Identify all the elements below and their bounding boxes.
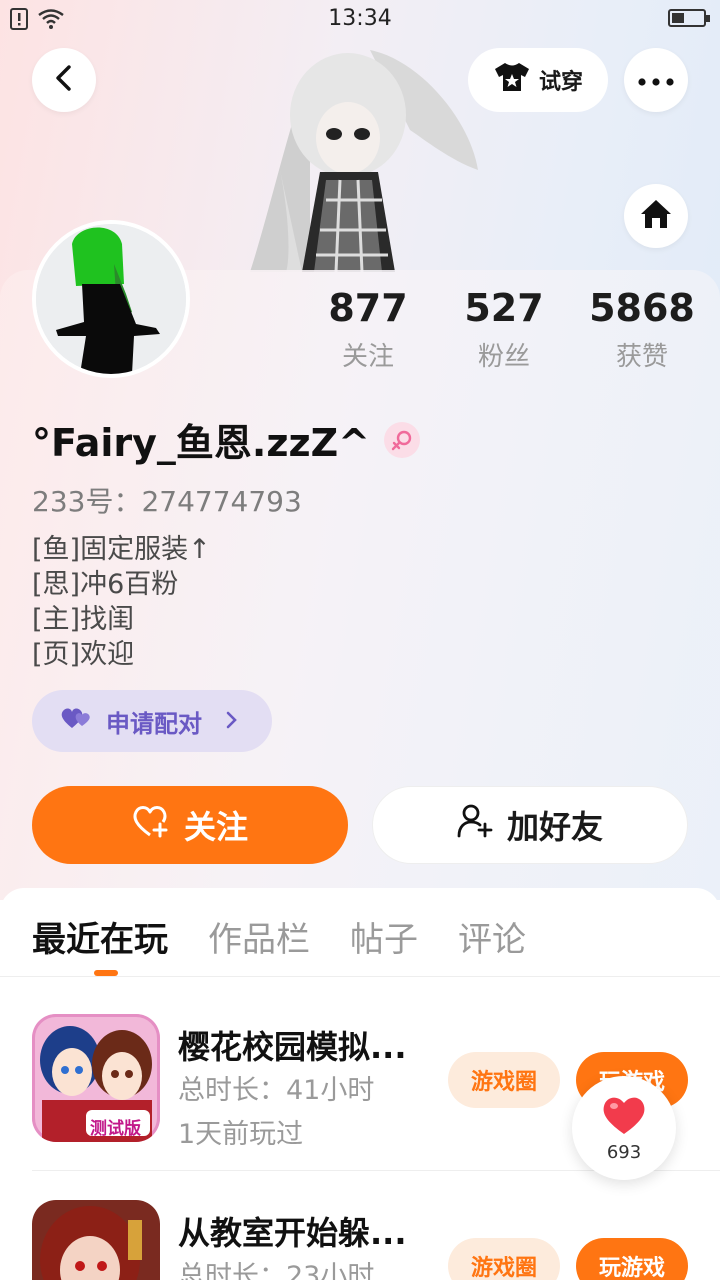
user-id: 233号：274774793	[32, 485, 302, 518]
home-button[interactable]	[624, 184, 688, 248]
profile-name: °Fairy_鱼恩.zzZ^	[32, 421, 370, 465]
status-time: 13:34	[328, 6, 392, 31]
follow-button[interactable]: 关注	[32, 786, 348, 864]
game-title: 樱花校园模拟...	[178, 1028, 407, 1066]
likes-label: 获赞	[615, 342, 668, 372]
stat-likes[interactable]: 5868 获赞	[582, 286, 702, 373]
home-icon	[639, 198, 673, 234]
followers-count: 527	[464, 286, 544, 330]
bio-line: [思]冲6百粉	[32, 569, 179, 600]
game-last-played: 1天前玩过	[178, 1119, 304, 1150]
game-duration: 总时长：23小时	[178, 1261, 375, 1280]
list-item[interactable]: 从教室开始躲... 总时长：23小时 游戏圈 玩游戏	[32, 1200, 688, 1280]
tab-comments[interactable]: 评论	[458, 912, 526, 961]
heart-plus-icon	[132, 804, 170, 846]
female-icon	[383, 421, 420, 458]
more-button[interactable]	[624, 48, 688, 112]
follow-label: 关注	[183, 808, 248, 846]
chevron-right-icon	[226, 707, 238, 735]
stat-followers[interactable]: 527 粉丝	[454, 286, 554, 373]
game-icon: 测试版	[32, 1014, 160, 1142]
game-duration: 总时长：41小时	[178, 1075, 375, 1106]
stat-following[interactable]: 877 关注	[318, 286, 418, 373]
add-friend-label: 加好友	[506, 808, 603, 846]
following-count: 877	[328, 286, 408, 330]
name-row: °Fairy_鱼恩.zzZ^	[32, 412, 420, 467]
tshirt-icon	[493, 62, 531, 98]
divider	[0, 976, 720, 977]
game-icon	[32, 1200, 160, 1280]
like-button[interactable]: 693	[572, 1076, 676, 1180]
more-dots-icon	[638, 71, 674, 90]
status-bar: 13:34	[0, 0, 720, 40]
try-on-label: 试穿	[538, 70, 583, 95]
play-game-button[interactable]: 玩游戏	[576, 1238, 688, 1280]
game-title: 从教室开始躲...	[178, 1214, 407, 1252]
like-count: 693	[606, 1141, 642, 1163]
likes-count: 5868	[589, 286, 695, 330]
pair-label: 申请配对	[106, 709, 202, 738]
add-user-icon	[457, 804, 493, 846]
pair-request-button[interactable]: 申请配对	[32, 690, 272, 752]
heart-icon	[601, 1094, 647, 1140]
bio: [鱼]固定服装↑ [思]冲6百粉 [主]找闺 [页]欢迎	[32, 532, 211, 672]
bio-line: [页]欢迎	[32, 639, 135, 670]
bio-line: [主]找闺	[32, 604, 135, 635]
try-on-button[interactable]: 试穿	[468, 48, 608, 112]
chevron-left-icon	[53, 65, 75, 95]
game-icon-badge: 测试版	[90, 1119, 141, 1139]
followers-label: 粉丝	[477, 342, 530, 372]
back-button[interactable]	[32, 48, 96, 112]
avatar[interactable]	[32, 220, 190, 378]
character-model-image	[250, 40, 480, 272]
profile-tabs: 最近在玩 作品栏 帖子 评论	[32, 912, 526, 961]
hearts-icon	[60, 706, 94, 736]
battery-icon	[668, 9, 710, 27]
game-circle-button[interactable]: 游戏圈	[448, 1052, 560, 1108]
tab-works[interactable]: 作品栏	[208, 912, 310, 961]
tab-recently-played[interactable]: 最近在玩	[32, 912, 168, 961]
game-circle-button[interactable]: 游戏圈	[448, 1238, 560, 1280]
following-label: 关注	[341, 342, 394, 372]
tab-posts[interactable]: 帖子	[350, 912, 418, 961]
add-friend-button[interactable]: 加好友	[372, 786, 688, 864]
bio-line: [鱼]固定服装↑	[32, 534, 211, 565]
